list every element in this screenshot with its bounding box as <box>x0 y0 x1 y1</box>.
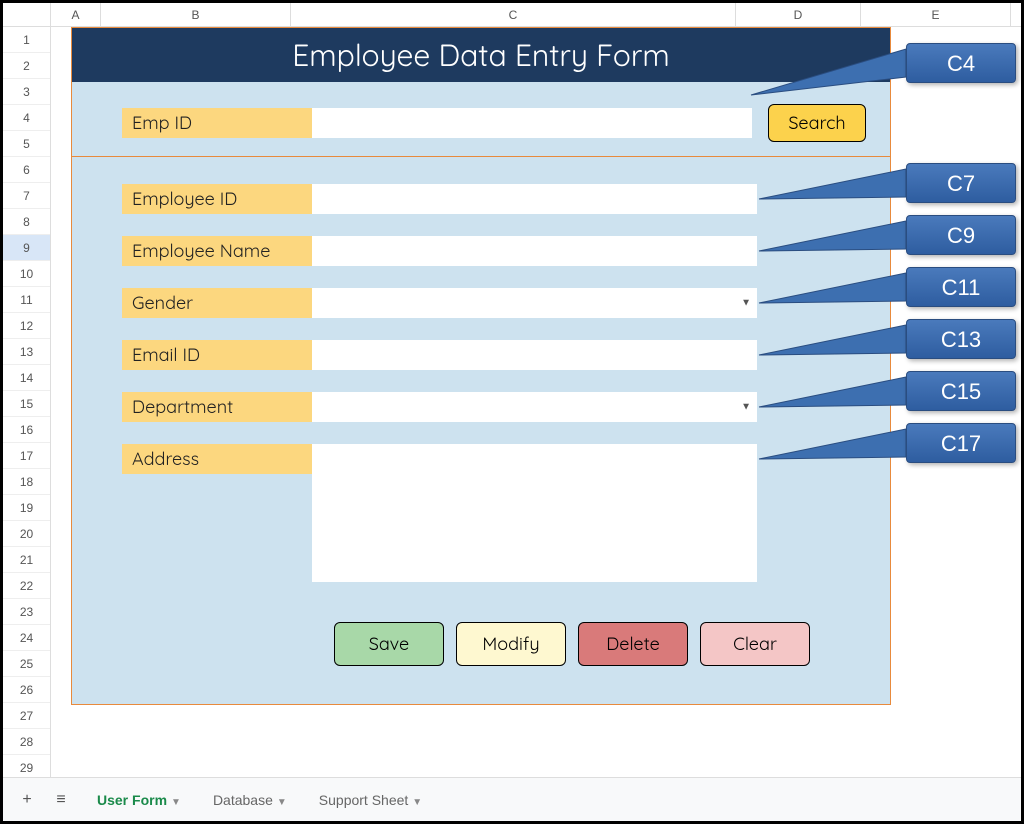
row-8[interactable]: 8 <box>3 209 50 235</box>
row-21[interactable]: 21 <box>3 547 50 573</box>
row-22[interactable]: 22 <box>3 573 50 599</box>
form-container: Employee Data Entry Form Emp ID Search E… <box>71 27 891 705</box>
all-sheets-icon[interactable]: ≡ <box>47 786 75 814</box>
label-employee-id: Employee ID <box>122 184 312 214</box>
column-headers: A B C D E <box>3 3 1021 27</box>
row-4[interactable]: 4 <box>3 105 50 131</box>
row-27[interactable]: 27 <box>3 703 50 729</box>
col-A[interactable]: A <box>51 3 101 26</box>
input-email[interactable] <box>312 340 757 370</box>
row-10[interactable]: 10 <box>3 261 50 287</box>
add-sheet-icon[interactable]: + <box>13 786 41 814</box>
tab-support-sheet[interactable]: Support Sheet▼ <box>303 778 438 822</box>
row-24[interactable]: 24 <box>3 625 50 651</box>
form-title: Employee Data Entry Form <box>72 28 890 82</box>
label-email: Email ID <box>122 340 312 370</box>
chevron-down-icon: ▼ <box>277 797 287 808</box>
callout-c9: C9 <box>906 215 1016 255</box>
row-16[interactable]: 16 <box>3 417 50 443</box>
divider <box>72 156 890 157</box>
input-employee-name[interactable] <box>312 236 757 266</box>
tab-user-form[interactable]: User Form▼ <box>81 778 197 822</box>
callout-c4: C4 <box>906 43 1016 83</box>
row-5[interactable]: 5 <box>3 131 50 157</box>
label-employee-name: Employee Name <box>122 236 312 266</box>
chevron-down-icon: ▼ <box>741 298 751 309</box>
chevron-down-icon: ▼ <box>412 797 422 808</box>
row-23[interactable]: 23 <box>3 599 50 625</box>
row-1[interactable]: 1 <box>3 27 50 53</box>
select-department[interactable]: ▼ <box>312 392 757 422</box>
col-E[interactable]: E <box>861 3 1011 26</box>
callout-c11: C11 <box>906 267 1016 307</box>
tab-database[interactable]: Database▼ <box>197 778 303 822</box>
row-9[interactable]: 9 <box>3 235 50 261</box>
row-3[interactable]: 3 <box>3 79 50 105</box>
row-25[interactable]: 25 <box>3 651 50 677</box>
col-C[interactable]: C <box>291 3 736 26</box>
clear-button[interactable]: Clear <box>700 622 810 666</box>
row-14[interactable]: 14 <box>3 365 50 391</box>
delete-button[interactable]: Delete <box>578 622 688 666</box>
callout-c13: C13 <box>906 319 1016 359</box>
sheet-tabs-bar: + ≡ User Form▼ Database▼ Support Sheet▼ <box>3 777 1021 821</box>
row-12[interactable]: 12 <box>3 313 50 339</box>
modify-button[interactable]: Modify <box>456 622 566 666</box>
row-15[interactable]: 15 <box>3 391 50 417</box>
row-6[interactable]: 6 <box>3 157 50 183</box>
chevron-down-icon: ▼ <box>171 797 181 808</box>
row-18[interactable]: 18 <box>3 469 50 495</box>
row-2[interactable]: 2 <box>3 53 50 79</box>
label-emp-id-search: Emp ID <box>122 108 312 138</box>
row-13[interactable]: 13 <box>3 339 50 365</box>
col-B[interactable]: B <box>101 3 291 26</box>
callout-c15: C15 <box>906 371 1016 411</box>
row-7[interactable]: 7 <box>3 183 50 209</box>
chevron-down-icon: ▼ <box>741 402 751 413</box>
label-gender: Gender <box>122 288 312 318</box>
input-emp-id-search[interactable] <box>312 108 752 138</box>
input-employee-id[interactable] <box>312 184 757 214</box>
row-20[interactable]: 20 <box>3 521 50 547</box>
row-headers: 1 2 3 4 5 6 7 8 9 10 11 12 13 14 15 16 1… <box>3 27 51 777</box>
callout-c7: C7 <box>906 163 1016 203</box>
row-11[interactable]: 11 <box>3 287 50 313</box>
label-address: Address <box>122 444 312 474</box>
select-gender[interactable]: ▼ <box>312 288 757 318</box>
textarea-address[interactable] <box>312 444 757 582</box>
row-26[interactable]: 26 <box>3 677 50 703</box>
save-button[interactable]: Save <box>334 622 444 666</box>
callout-c17: C17 <box>906 423 1016 463</box>
row-28[interactable]: 28 <box>3 729 50 755</box>
search-button[interactable]: Search <box>768 104 866 142</box>
row-19[interactable]: 19 <box>3 495 50 521</box>
row-17[interactable]: 17 <box>3 443 50 469</box>
col-D[interactable]: D <box>736 3 861 26</box>
label-department: Department <box>122 392 312 422</box>
